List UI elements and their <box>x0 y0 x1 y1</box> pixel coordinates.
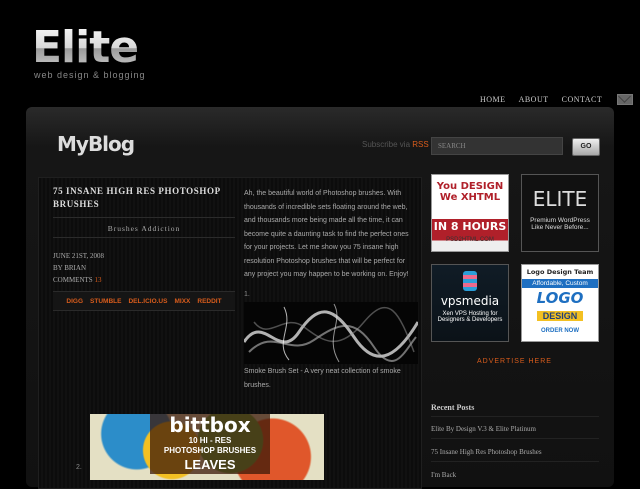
digg-link[interactable]: DIGG <box>66 298 83 305</box>
list-number: 1. <box>244 291 250 298</box>
ad-text: You DESIGN <box>436 181 504 192</box>
ad-text: ORDER NOW <box>541 328 579 334</box>
ad-text: vpsmedia <box>440 294 500 308</box>
list-number: 2. <box>76 464 82 471</box>
vpsmedia-logo-icon <box>463 271 477 291</box>
mail-icon[interactable] <box>617 94 634 105</box>
subscribe-label: Subscribe via <box>362 140 411 149</box>
ad-elite-premium[interactable]: ELITE Premium WordPress Like Never Befor… <box>521 174 599 252</box>
post-comments[interactable]: COMMENTS 13 <box>53 274 235 286</box>
ad-text: ELITE <box>532 187 588 211</box>
stumble-link[interactable]: STUMBLE <box>90 298 121 305</box>
reddit-link[interactable]: REDDIT <box>197 298 221 305</box>
recent-post-link[interactable]: Elite By Design V.3 & Elite Platinum <box>431 425 536 433</box>
search-input[interactable]: SEARCH <box>431 137 563 155</box>
post-category[interactable]: Brushes Addiction <box>53 224 235 233</box>
ad-text: Like Never Before... <box>531 224 589 231</box>
mixx-link[interactable]: MIXX <box>174 298 190 305</box>
site-logo-title[interactable]: Elite <box>32 24 139 72</box>
recent-post-link[interactable]: 75 Insane High Res Photoshop Brushes <box>431 448 542 456</box>
ad-text: Logo Design Team <box>526 268 594 276</box>
ad-text: IN 8 HOURS <box>433 220 507 233</box>
nav-about-link[interactable]: ABOUT <box>519 95 549 104</box>
leaves-brush-image[interactable]: bittbox 10 HI - RES PHOTOSHOP BRUSHES LE… <box>90 414 324 480</box>
divider <box>431 416 599 417</box>
ad-psd2html[interactable]: You DESIGN We XHTML IN 8 HOURS PSD2HTML.… <box>431 174 509 252</box>
ad-logo-design-team[interactable]: Logo Design Team Affordable, Custom LOGO… <box>521 264 599 342</box>
post-intro: Ah, the beautiful world of Photoshop bru… <box>244 190 409 278</box>
nav-home-link[interactable]: HOME <box>480 95 506 104</box>
ad-text: Designers & Developers <box>437 317 503 323</box>
top-navigation: HOME ABOUT CONTACT <box>480 94 634 105</box>
ad-vpsmedia[interactable]: vpsmedia Xen VPS Hosting for Designers &… <box>431 264 509 342</box>
bittbox-logo: bittbox <box>169 414 251 437</box>
comments-label: COMMENTS <box>53 276 93 284</box>
post-title[interactable]: 75 INSANE HIGH RES PHOTOSHOP BRUSHES <box>53 185 235 211</box>
delicious-link[interactable]: DEL.ICIO.US <box>128 298 167 305</box>
divider <box>53 217 235 218</box>
nav-contact-link[interactable]: CONTACT <box>562 95 603 104</box>
banner-line: 10 HI - RES <box>188 436 232 445</box>
recent-post-link[interactable]: I'm Back <box>431 471 456 479</box>
comments-count: 13 <box>94 276 102 284</box>
ad-text: DESIGN <box>536 311 584 321</box>
site-tagline: web design & blogging <box>34 70 146 80</box>
banner-line: LEAVES <box>184 457 236 472</box>
post-meta: JUNE 21ST, 2008 BY BRIAN COMMENTS 13 <box>53 250 235 286</box>
ad-text: LOGO <box>536 289 584 307</box>
blog-title: MyBlog <box>57 132 135 156</box>
smoke-brush-caption: Smoke Brush Set - A very neat collection… <box>244 368 401 389</box>
smoke-brush-image[interactable] <box>244 302 418 364</box>
social-share-bar: DIGG STUMBLE DEL.ICIO.US MIXX REDDIT <box>53 291 235 311</box>
divider <box>53 237 235 238</box>
rss-link[interactable]: RSS <box>412 140 428 149</box>
advertise-here-link[interactable]: ADVERTISE HERE <box>477 358 552 365</box>
search-go-button[interactable]: GO <box>572 138 600 156</box>
divider <box>431 438 599 439</box>
ad-text: PSD2HTML.COM <box>446 237 494 243</box>
ad-text: We XHTML <box>439 192 501 203</box>
smoke-graphic <box>244 303 418 363</box>
banner-line: PHOTOSHOP BRUSHES <box>163 446 257 455</box>
post-meta-column: 75 INSANE HIGH RES PHOTOSHOP BRUSHES Bru… <box>53 185 235 286</box>
recent-posts-heading: Recent Posts <box>431 403 475 412</box>
post-author: BY BRIAN <box>53 264 86 272</box>
ad-text: Premium WordPress <box>530 217 590 224</box>
divider <box>431 461 599 462</box>
subscribe-text: Subscribe via RSS <box>362 140 429 149</box>
post-date: JUNE 21ST, 2008 <box>53 252 105 260</box>
leaves-brush-banner: bittbox 10 HI - RES PHOTOSHOP BRUSHES LE… <box>150 414 270 474</box>
ad-text: Affordable, Custom <box>522 279 598 288</box>
